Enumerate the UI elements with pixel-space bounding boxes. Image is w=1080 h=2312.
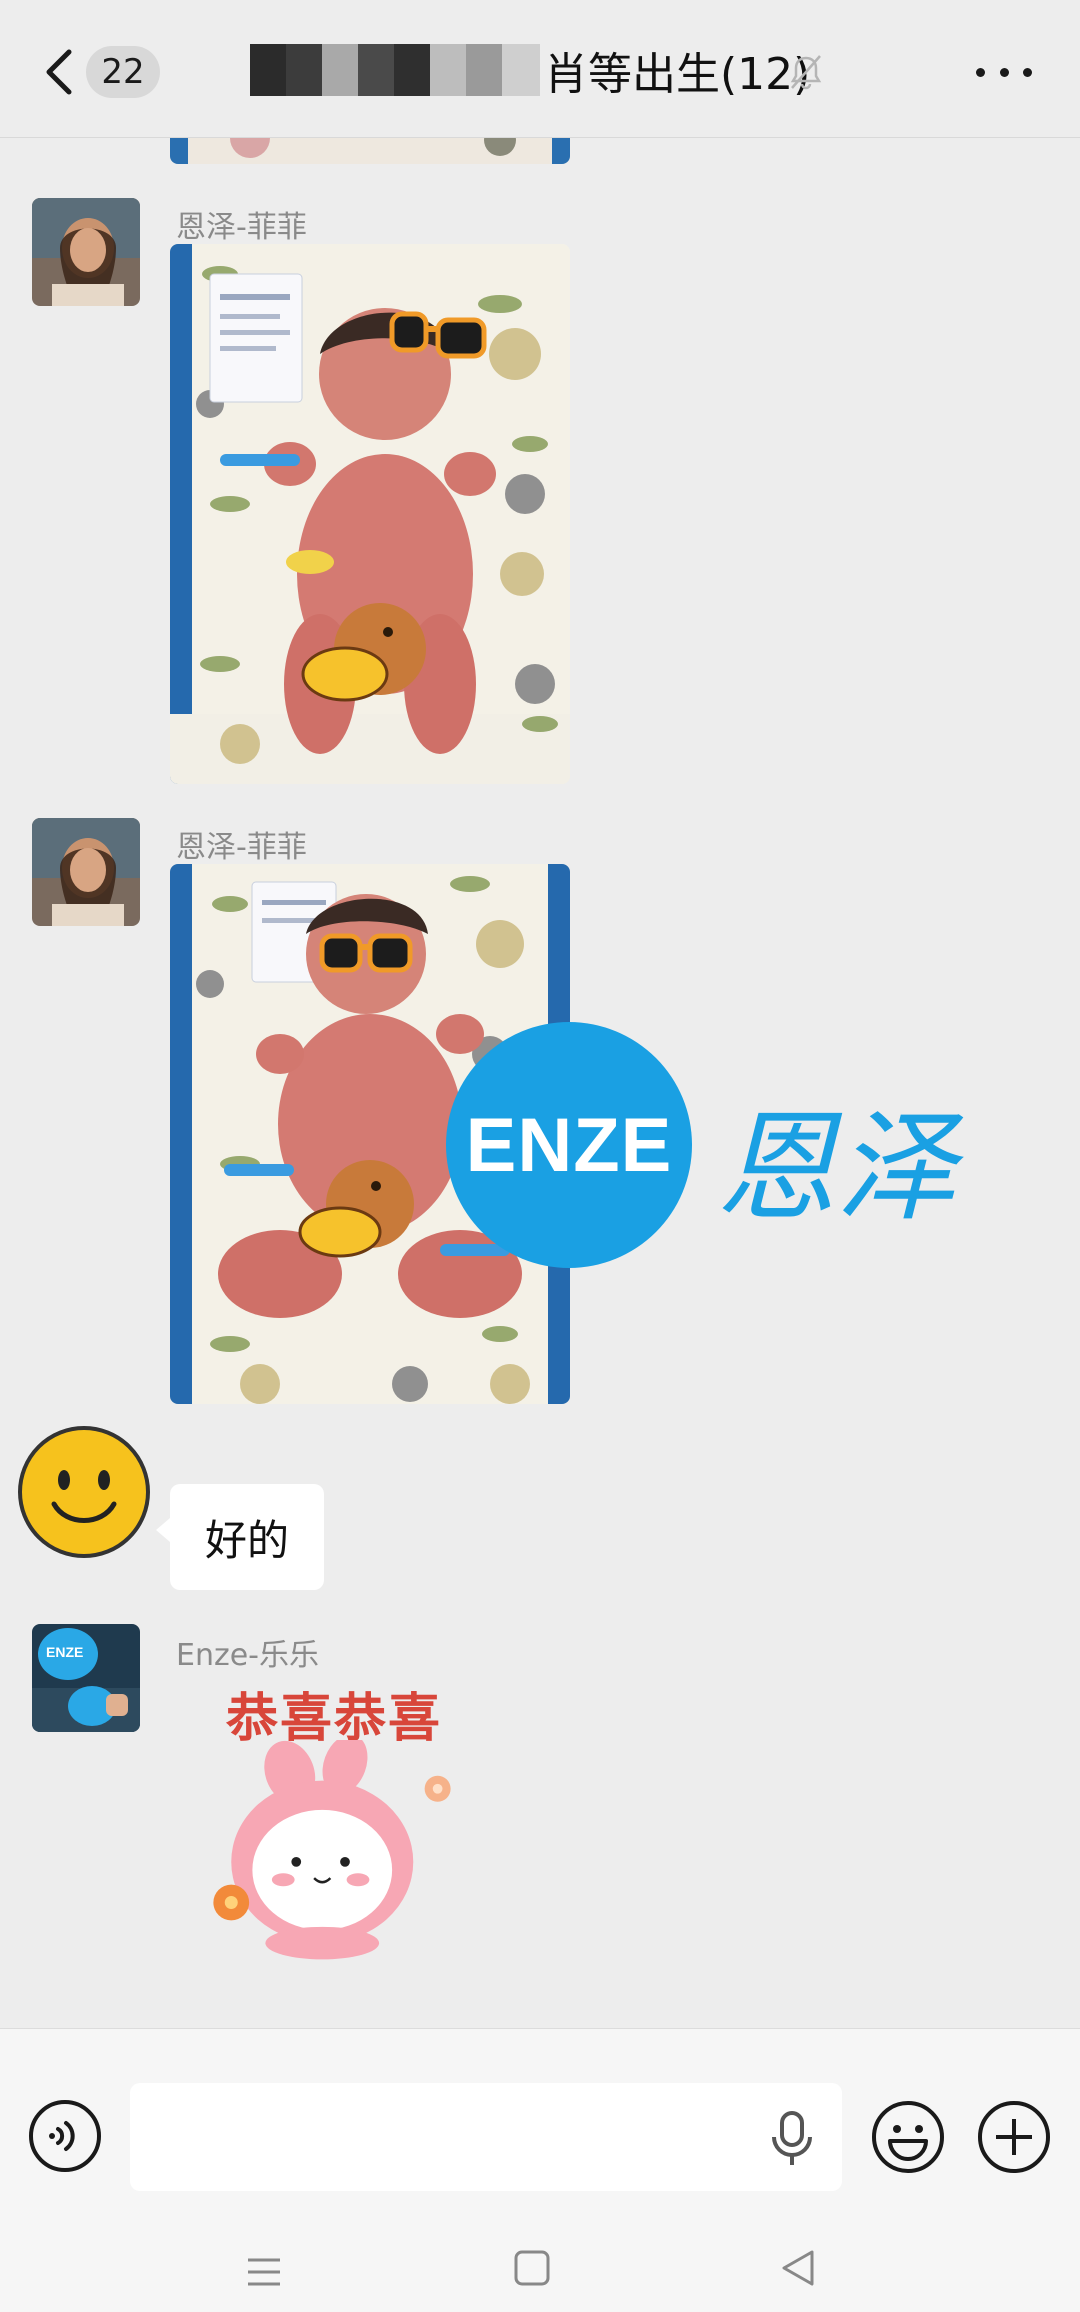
chevron-left-icon bbox=[46, 49, 72, 95]
more-options-button[interactable] bbox=[976, 52, 1032, 92]
chat-input-bar bbox=[0, 2028, 1080, 2212]
avatar-label: ENZE bbox=[46, 1644, 84, 1660]
voice-icon[interactable] bbox=[28, 2099, 102, 2173]
back-triangle-icon[interactable] bbox=[778, 2248, 818, 2288]
avatar-enze-feifei[interactable] bbox=[32, 198, 140, 306]
chat-title: 肖等出生(12) bbox=[544, 49, 811, 100]
home-icon[interactable] bbox=[512, 2248, 552, 2288]
bunny-sticker[interactable] bbox=[172, 1740, 492, 2000]
dot bbox=[976, 67, 985, 77]
dot bbox=[999, 67, 1009, 77]
unread-count-badge[interactable]: 22 bbox=[86, 46, 160, 98]
mic-icon[interactable] bbox=[770, 2109, 814, 2169]
avatar-enze-feifei[interactable] bbox=[32, 818, 140, 926]
emoji-icon[interactable] bbox=[870, 2099, 946, 2175]
back-button[interactable] bbox=[38, 46, 78, 98]
avatar-enze-lele[interactable]: ENZE bbox=[32, 1624, 140, 1732]
sender-name: 恩泽-菲菲 bbox=[176, 210, 307, 245]
message-text: 好的 bbox=[204, 1515, 289, 1565]
system-nav-bar bbox=[0, 2212, 1080, 2312]
chat-title-area[interactable]: 肖等出生(12) bbox=[250, 38, 810, 102]
menu-icon[interactable] bbox=[244, 2252, 284, 2292]
title-mosaic-blur bbox=[250, 44, 540, 96]
chat-screen: 22 肖等出生(12) 恩泽-菲菲 恩泽-菲菲 ENZE 恩泽 好的 ENZE … bbox=[0, 0, 1080, 2312]
sender-name: Enze-乐乐 bbox=[176, 1638, 319, 1673]
bell-off-icon bbox=[790, 55, 822, 90]
enze-logo-circle: ENZE bbox=[446, 1022, 692, 1268]
dot bbox=[1023, 67, 1032, 77]
message-image[interactable] bbox=[170, 244, 570, 784]
sender-name: 恩泽-菲菲 bbox=[176, 830, 307, 865]
enze-logo-text: 恩泽 bbox=[716, 1099, 956, 1238]
chat-header: 22 肖等出生(12) bbox=[0, 0, 1080, 138]
smiley-avatar-icon[interactable] bbox=[16, 1424, 152, 1560]
plus-icon[interactable] bbox=[976, 2099, 1052, 2175]
message-input[interactable] bbox=[130, 2083, 842, 2191]
text-message-bubble[interactable]: 好的 bbox=[156, 1484, 324, 1590]
